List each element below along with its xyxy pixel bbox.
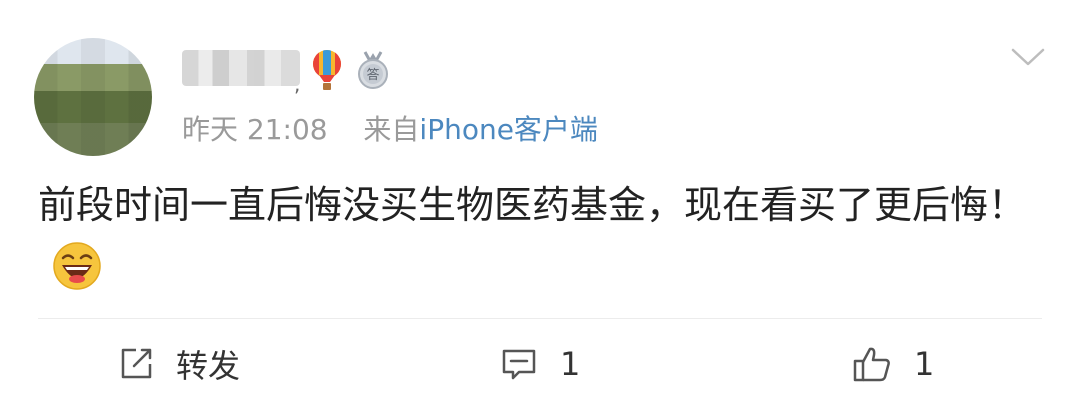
like-button[interactable]: 1: [852, 336, 934, 392]
chevron-down-icon[interactable]: [1010, 46, 1046, 68]
avatar[interactable]: [34, 38, 152, 156]
divider: [38, 318, 1042, 319]
username[interactable]: ,: [182, 50, 300, 96]
balloon-icon: [313, 50, 341, 90]
medal-label: 答: [366, 67, 379, 83]
source-prefix: 来自: [363, 113, 420, 146]
repost-button[interactable]: 转发: [118, 336, 240, 392]
username-separator: ,: [294, 72, 301, 96]
repost-label: 转发: [176, 347, 241, 385]
post-time: 昨天 21:08: [182, 113, 328, 146]
client-link[interactable]: iPhone客户端: [419, 113, 598, 146]
repost-icon: [121, 348, 152, 379]
laughing-emoji-icon: [53, 241, 101, 290]
like-icon: [853, 347, 890, 382]
comment-button[interactable]: 1: [500, 336, 580, 392]
medal-icon: 答: [358, 51, 388, 89]
post-text: 前段时间一直后悔没买生物医药基金，现在看买了更后悔！: [38, 174, 1048, 298]
post-meta: 昨天 21:08 来自iPhone客户端: [182, 108, 598, 148]
comment-icon: [502, 349, 536, 380]
comment-count: 1: [560, 345, 581, 383]
post-text-body: 前段时间一直后悔没买生物医药基金，现在看买了更后悔！: [38, 183, 1027, 227]
like-count: 1: [914, 345, 935, 383]
